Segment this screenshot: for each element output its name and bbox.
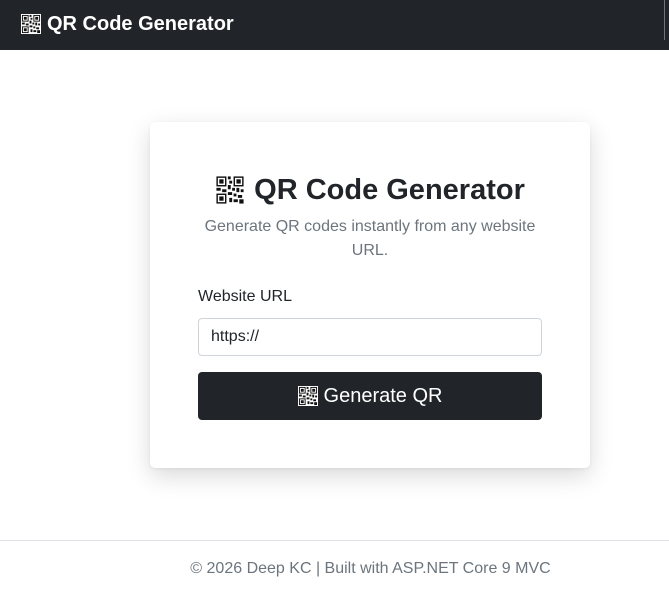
generate-qr-button[interactable]: Generate QR xyxy=(198,372,542,420)
navbar: QR Code Generator xyxy=(0,0,669,50)
navbar-scroll-edge xyxy=(664,0,669,40)
generator-card: QR Code Generator Generate QR codes inst… xyxy=(150,122,590,468)
card-title: QR Code Generator xyxy=(150,172,590,208)
card-title-text: QR Code Generator xyxy=(254,173,525,206)
website-url-input[interactable] xyxy=(198,318,542,356)
footer-text: © 2026 Deep KC | Built with ASP.NET Core… xyxy=(190,560,551,577)
url-field-label: Website URL xyxy=(198,288,292,305)
generate-qr-label: Generate QR xyxy=(323,384,443,407)
footer-divider xyxy=(0,540,669,541)
navbar-brand-link[interactable]: QR Code Generator xyxy=(21,12,234,36)
qr-code-icon xyxy=(21,14,41,34)
qr-code-icon xyxy=(215,175,245,205)
qr-code-icon xyxy=(298,386,318,406)
card-subtitle: Generate QR codes instantly from any web… xyxy=(204,218,536,259)
navbar-brand-text: QR Code Generator xyxy=(47,12,234,35)
